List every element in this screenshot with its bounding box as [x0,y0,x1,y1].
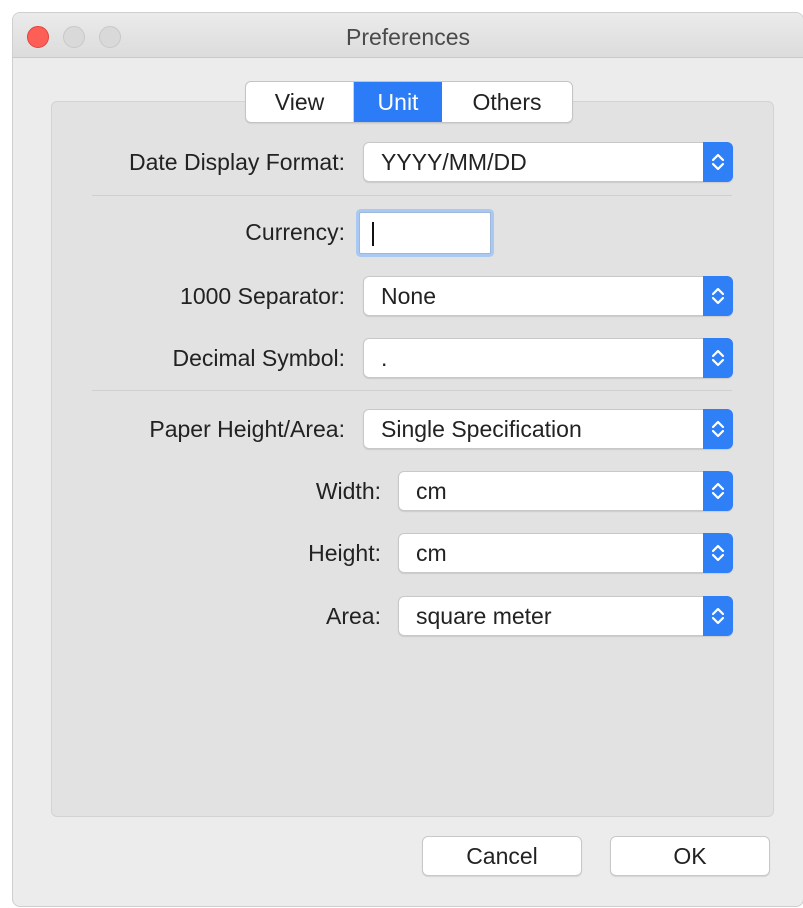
separator [92,390,732,391]
tab-view[interactable]: View [246,82,354,122]
height-unit-value: cm [416,540,447,566]
height-label: Height: [308,540,381,566]
area-unit-popup[interactable]: square meter [398,596,733,636]
decimal-symbol-label: Decimal Symbol: [172,345,345,371]
paper-height-area-label: Paper Height/Area: [149,416,345,442]
window-title: Preferences [345,24,470,50]
area-unit-value: square meter [416,603,552,629]
width-label: Width: [315,478,381,504]
paper-height-area-value: Single Specification [381,416,582,442]
text-caret [372,222,374,246]
area-label: Area: [326,603,381,629]
chevron-up-down-icon [703,338,733,378]
preferences-window: Preferences View Unit Others Date Displa… [12,12,803,907]
tab-others[interactable]: Others [442,82,572,122]
decimal-symbol-value: . [381,345,388,371]
tab-bar: View Unit Others [245,81,573,123]
thousand-separator-label: 1000 Separator: [180,283,345,309]
separator [92,195,732,196]
width-unit-popup[interactable]: cm [398,471,733,511]
date-display-format-popup[interactable]: YYYY/MM/DD [363,142,733,182]
chevron-up-down-icon [703,142,733,182]
title-bar: Preferences [13,13,803,58]
thousand-separator-value: None [381,283,436,309]
unit-settings-panel [51,101,774,817]
chevron-up-down-icon [703,471,733,511]
date-display-format-label: Date Display Format: [128,149,345,175]
chevron-up-down-icon [703,276,733,316]
chevron-up-down-icon [703,533,733,573]
currency-input[interactable] [359,212,491,254]
chevron-up-down-icon [703,409,733,449]
width-unit-value: cm [416,478,447,504]
date-display-format-value: YYYY/MM/DD [381,149,527,175]
height-unit-popup[interactable]: cm [398,533,733,573]
thousand-separator-popup[interactable]: None [363,276,733,316]
cancel-button[interactable]: Cancel [422,836,582,876]
currency-label: Currency: [245,219,345,245]
ok-button[interactable]: OK [610,836,770,876]
decimal-symbol-popup[interactable]: . [363,338,733,378]
tab-unit[interactable]: Unit [354,82,442,122]
chevron-up-down-icon [703,596,733,636]
paper-height-area-popup[interactable]: Single Specification [363,409,733,449]
